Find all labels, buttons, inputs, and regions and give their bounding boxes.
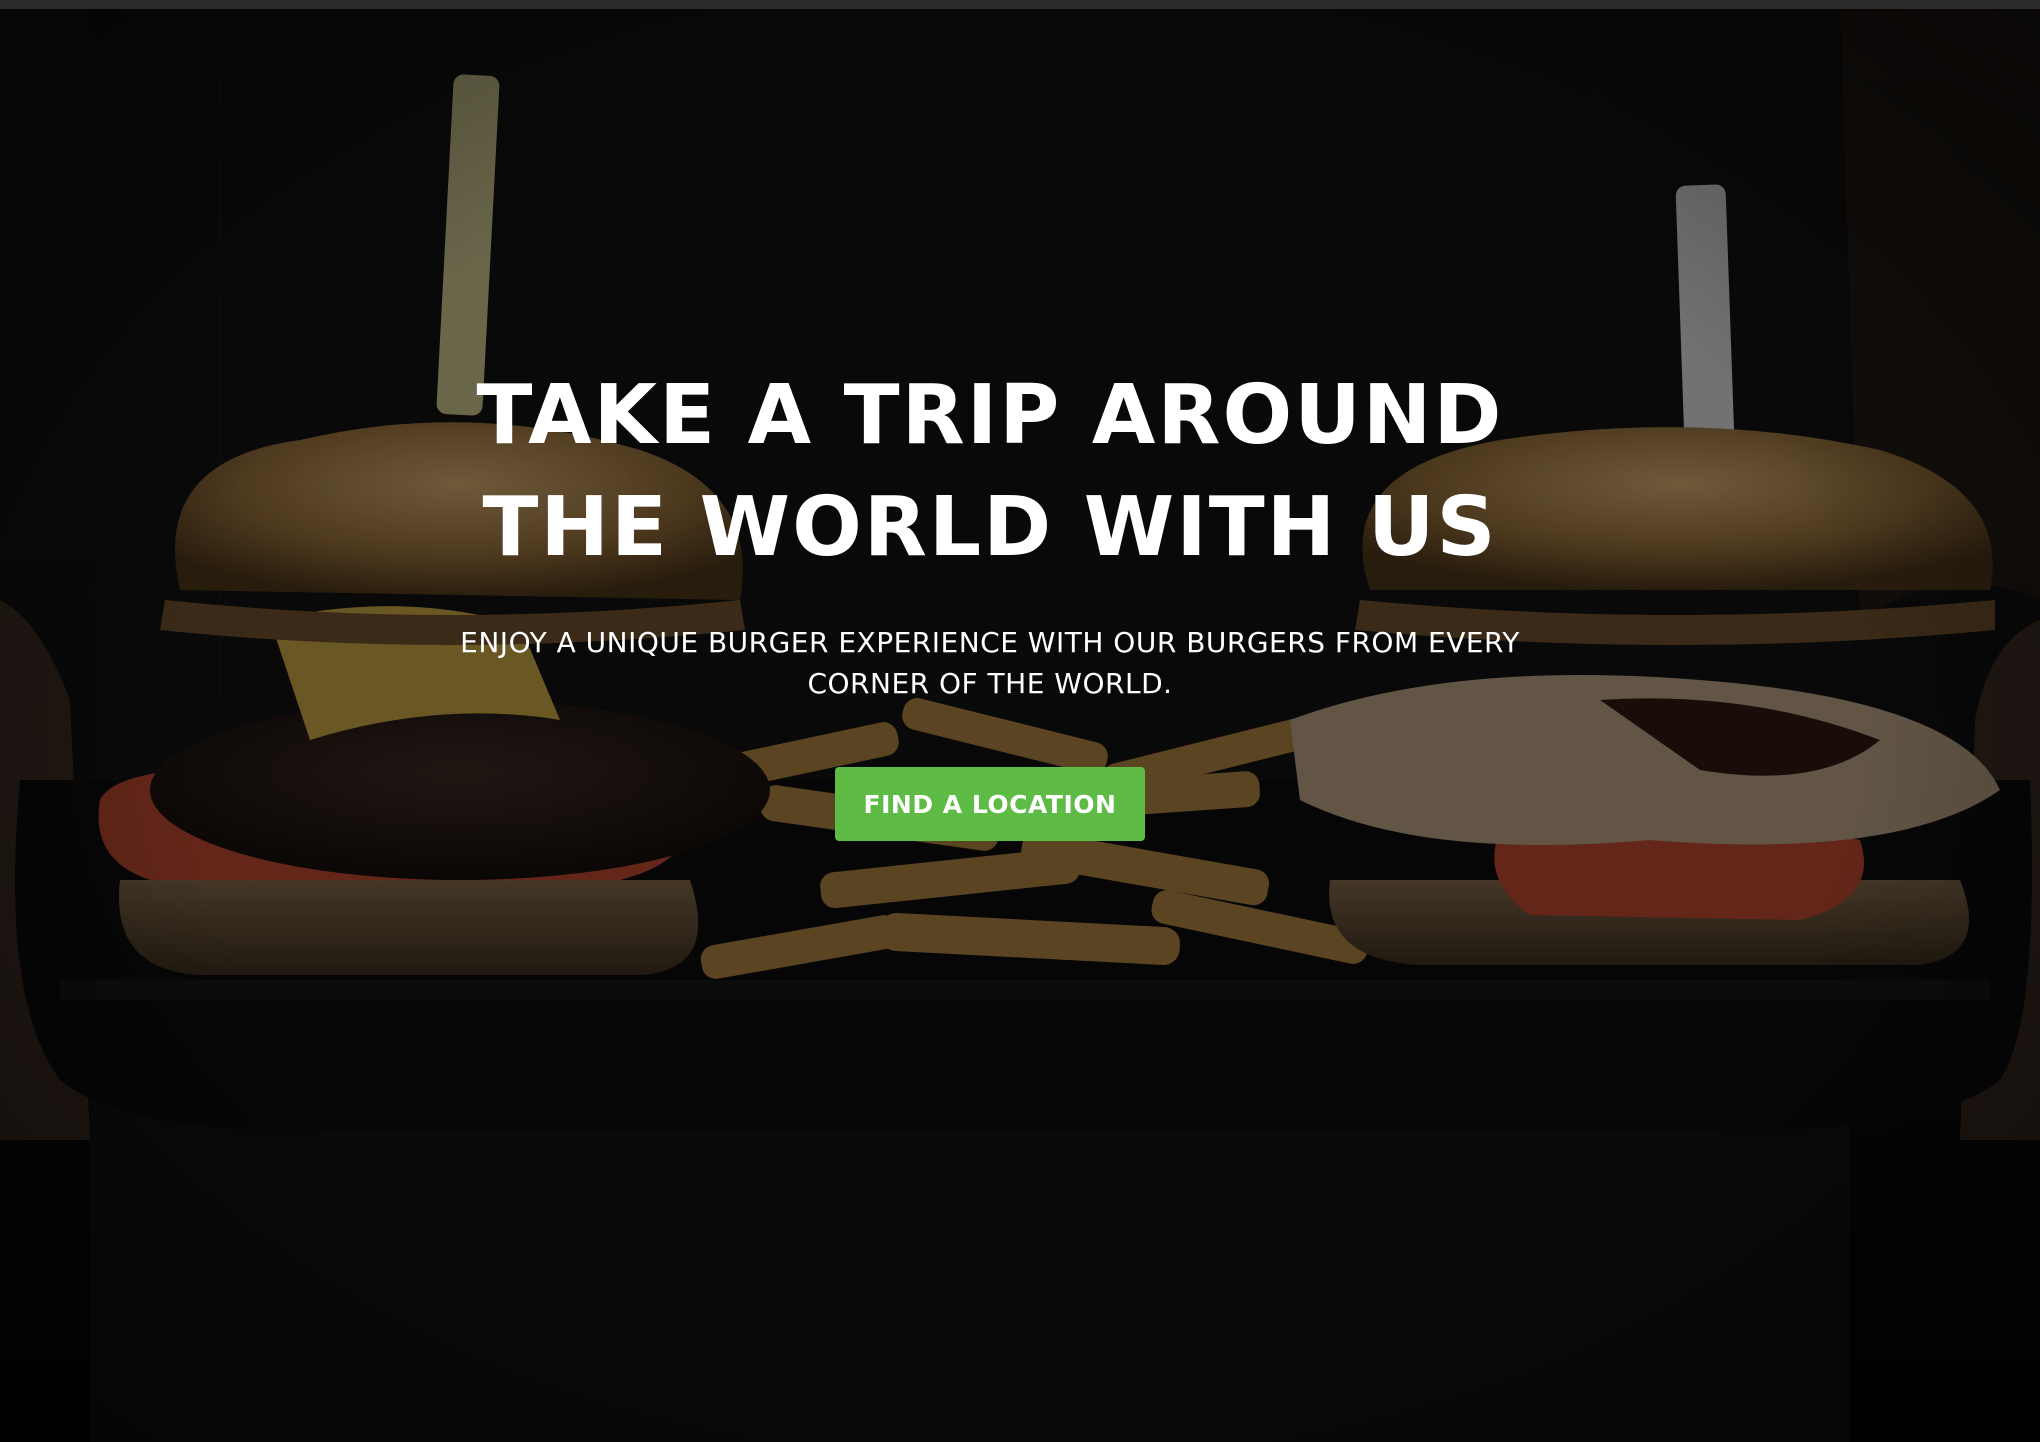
hero-content: TAKE A TRIP AROUND THE WORLD WITH US ENJ…	[0, 0, 2040, 1442]
find-a-location-button[interactable]: FIND A LOCATION	[835, 767, 1145, 841]
top-bar	[0, 0, 2040, 9]
hero-subtitle: ENJOY A UNIQUE BURGER EXPERIENCE WITH OU…	[460, 626, 1520, 700]
hero-title: TAKE A TRIP AROUND THE WORLD WITH US	[476, 368, 1504, 575]
hero-section: TAKE A TRIP AROUND THE WORLD WITH US ENJ…	[0, 0, 2040, 1442]
